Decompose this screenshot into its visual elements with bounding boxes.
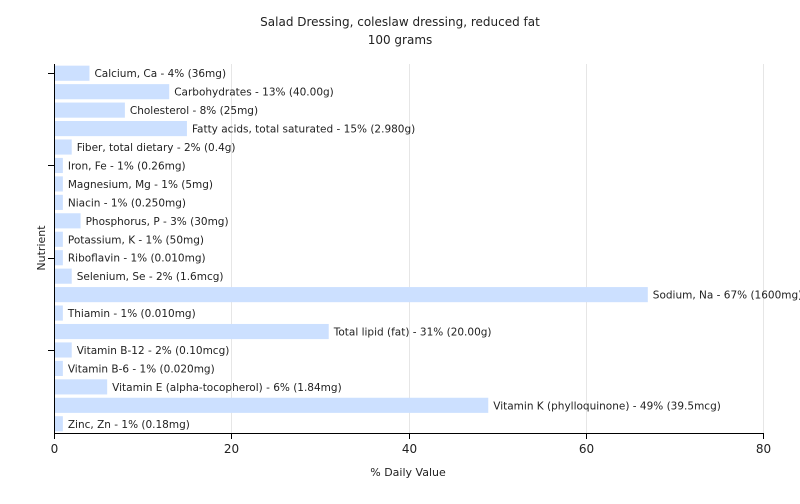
- bar-label: Iron, Fe - 1% (0.26mg): [68, 160, 186, 172]
- bar-label: Carbohydrates - 13% (40.00g): [174, 87, 334, 99]
- bar-label: Phosphorus, P - 3% (30mg): [86, 216, 229, 228]
- bar-label: Potassium, K - 1% (50mg): [68, 234, 204, 246]
- bar-label: Selenium, Se - 2% (1.6mcg): [77, 271, 224, 283]
- nutrient-bar-chart: Salad Dressing, coleslaw dressing, reduc…: [35, 15, 800, 479]
- bar: [54, 65, 90, 81]
- bar-label: Thiamin - 1% (0.010mg): [67, 308, 196, 320]
- y-axis-title: Nutrient: [35, 225, 48, 271]
- bar: [54, 139, 72, 155]
- bar-label: Total lipid (fat) - 31% (20.00g): [333, 327, 492, 339]
- bar: [54, 379, 108, 395]
- bar-label: Riboflavin - 1% (0.010mg): [68, 253, 206, 265]
- bar: [54, 121, 187, 137]
- bar: [54, 305, 63, 321]
- bar: [54, 194, 63, 210]
- bar-label: Vitamin K (phylloquinone) - 49% (39.5mcg…: [493, 400, 721, 412]
- bar: [54, 397, 489, 413]
- x-tick-label: 80: [756, 442, 771, 456]
- x-tick-label: 20: [224, 442, 239, 456]
- bar-label: Vitamin B-12 - 2% (0.10mcg): [77, 345, 230, 357]
- bar: [54, 84, 170, 100]
- bar-label: Vitamin E (alpha-tocopherol) - 6% (1.84m…: [112, 382, 341, 394]
- bar: [54, 231, 63, 247]
- bar: [54, 323, 329, 340]
- bar: [54, 213, 81, 229]
- chart-subtitle: 100 grams: [368, 33, 433, 47]
- bar: [54, 157, 63, 174]
- bar: [54, 342, 72, 358]
- bar-label: Fatty acids, total saturated - 15% (2.98…: [192, 124, 415, 136]
- bar-label: Magnesium, Mg - 1% (5mg): [68, 179, 213, 191]
- bar: [54, 102, 125, 118]
- x-tick-label: 0: [51, 442, 59, 456]
- x-tick-label: 60: [579, 442, 594, 456]
- bar: [54, 360, 63, 376]
- bar-label: Fiber, total dietary - 2% (0.4g): [77, 142, 236, 154]
- bar: [54, 416, 63, 432]
- grid-lines: [231, 64, 764, 433]
- bar-label: Sodium, Na - 67% (1600mg): [653, 290, 800, 302]
- x-axis-title: % Daily Value: [370, 466, 446, 479]
- bar-label: Calcium, Ca - 4% (36mg): [94, 68, 226, 80]
- bars: [54, 65, 648, 432]
- bar-label: Vitamin B-6 - 1% (0.020mg): [68, 363, 215, 375]
- x-tick-label: 40: [402, 442, 417, 456]
- bar-label: Cholesterol - 8% (25mg): [130, 105, 258, 117]
- chart-title: Salad Dressing, coleslaw dressing, reduc…: [260, 15, 540, 29]
- bar: [54, 287, 648, 303]
- bar-label: Niacin - 1% (0.250mg): [68, 197, 186, 209]
- bar: [54, 176, 63, 192]
- bar: [54, 250, 63, 266]
- bar: [54, 268, 72, 284]
- chart-container: Salad Dressing, coleslaw dressing, reduc…: [0, 0, 800, 500]
- bar-label: Zinc, Zn - 1% (0.18mg): [68, 419, 190, 431]
